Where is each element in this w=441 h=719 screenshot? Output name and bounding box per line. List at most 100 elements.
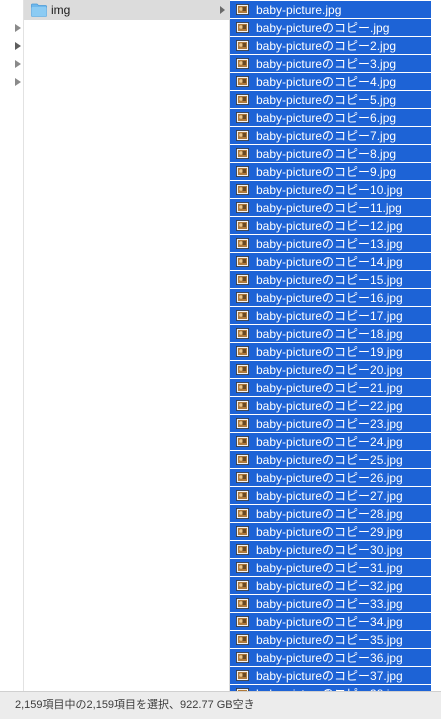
file-row[interactable]: baby-pictureのコピー28.jpg: [230, 505, 431, 522]
image-file-icon: [236, 94, 249, 105]
status-text: 2,159項目中の2,159項目を選択、922.77 GB空き: [15, 699, 255, 711]
image-file-icon: [236, 634, 249, 645]
file-label: baby-pictureのコピー26.jpg: [256, 471, 403, 485]
file-row[interactable]: baby-picture.jpg: [230, 1, 431, 18]
file-row[interactable]: baby-pictureのコピー26.jpg: [230, 469, 431, 486]
chevron-right-icon[interactable]: [14, 77, 22, 87]
file-label: baby-pictureのコピー33.jpg: [256, 597, 403, 611]
file-row[interactable]: baby-pictureのコピー2.jpg: [230, 37, 431, 54]
file-label: baby-pictureのコピー36.jpg: [256, 651, 403, 665]
file-row[interactable]: baby-pictureのコピー18.jpg: [230, 325, 431, 342]
image-file-icon: [236, 382, 249, 393]
image-file-icon: [236, 256, 249, 267]
image-file-icon: [236, 112, 249, 123]
file-row[interactable]: baby-pictureのコピー34.jpg: [230, 613, 431, 630]
file-label: baby-pictureのコピー37.jpg: [256, 669, 403, 683]
file-row[interactable]: baby-pictureのコピー17.jpg: [230, 307, 431, 324]
file-label: baby-pictureのコピー4.jpg: [256, 75, 397, 89]
image-file-icon: [236, 616, 249, 627]
image-file-icon: [236, 166, 249, 177]
file-row[interactable]: baby-pictureのコピー31.jpg: [230, 559, 431, 576]
image-file-icon: [236, 670, 249, 681]
folder-item-img[interactable]: img: [24, 0, 229, 20]
file-row[interactable]: baby-pictureのコピー21.jpg: [230, 379, 431, 396]
image-file-icon: [236, 148, 249, 159]
file-row[interactable]: baby-pictureのコピー4.jpg: [230, 73, 431, 90]
file-label: baby-picture.jpg: [256, 3, 342, 17]
file-label: baby-pictureのコピー35.jpg: [256, 633, 403, 647]
image-file-icon: [236, 598, 249, 609]
file-row[interactable]: baby-pictureのコピー20.jpg: [230, 361, 431, 378]
image-file-icon: [236, 346, 249, 357]
image-file-icon: [236, 238, 249, 249]
file-row[interactable]: baby-pictureのコピー35.jpg: [230, 631, 431, 648]
file-row[interactable]: baby-pictureのコピー16.jpg: [230, 289, 431, 306]
file-label: baby-pictureのコピー.jpg: [256, 21, 390, 35]
image-file-icon: [236, 292, 249, 303]
file-row[interactable]: baby-pictureのコピー27.jpg: [230, 487, 431, 504]
parent-column: [0, 0, 24, 691]
image-file-icon: [236, 400, 249, 411]
file-label: baby-pictureのコピー8.jpg: [256, 147, 397, 161]
file-row[interactable]: baby-pictureのコピー19.jpg: [230, 343, 431, 360]
chevron-right-icon[interactable]: [14, 23, 22, 33]
image-file-icon: [236, 130, 249, 141]
file-label: baby-pictureのコピー24.jpg: [256, 435, 403, 449]
file-row[interactable]: baby-pictureのコピー5.jpg: [230, 91, 431, 108]
file-label: baby-pictureのコピー15.jpg: [256, 273, 403, 287]
file-row[interactable]: baby-pictureのコピー6.jpg: [230, 109, 431, 126]
folder-icon: [31, 3, 47, 17]
file-row[interactable]: baby-pictureのコピー32.jpg: [230, 577, 431, 594]
file-row[interactable]: baby-pictureのコピー15.jpg: [230, 271, 431, 288]
image-file-icon: [236, 364, 249, 375]
file-label: baby-pictureのコピー28.jpg: [256, 507, 403, 521]
file-row[interactable]: baby-pictureのコピー11.jpg: [230, 199, 431, 216]
image-file-icon: [236, 526, 249, 537]
file-column[interactable]: baby-picture.jpg baby-pictureのコピー.jpg baby…: [230, 0, 441, 691]
file-label: baby-pictureのコピー11.jpg: [256, 201, 402, 215]
file-row[interactable]: baby-pictureのコピー.jpg: [230, 19, 431, 36]
file-label: baby-pictureのコピー20.jpg: [256, 363, 403, 377]
chevron-right-icon[interactable]: [14, 41, 22, 51]
chevron-right-icon[interactable]: [14, 59, 22, 69]
file-label: baby-pictureのコピー3.jpg: [256, 57, 397, 71]
file-label: baby-pictureのコピー25.jpg: [256, 453, 403, 467]
file-label: baby-pictureのコピー23.jpg: [256, 417, 403, 431]
image-file-icon: [236, 40, 249, 51]
file-row[interactable]: baby-pictureのコピー22.jpg: [230, 397, 431, 414]
file-row[interactable]: baby-pictureのコピー13.jpg: [230, 235, 431, 252]
image-file-icon: [236, 508, 249, 519]
file-row[interactable]: baby-pictureのコピー23.jpg: [230, 415, 431, 432]
image-file-icon: [236, 562, 249, 573]
file-row[interactable]: baby-pictureのコピー33.jpg: [230, 595, 431, 612]
chevron-right-icon: [220, 6, 225, 14]
image-file-icon: [236, 472, 249, 483]
image-file-icon: [236, 580, 249, 591]
file-label: baby-pictureのコピー7.jpg: [256, 129, 397, 143]
file-row[interactable]: baby-pictureのコピー14.jpg: [230, 253, 431, 270]
file-label: baby-pictureのコピー27.jpg: [256, 489, 403, 503]
file-row[interactable]: baby-pictureのコピー36.jpg: [230, 649, 431, 666]
file-row[interactable]: baby-pictureのコピー8.jpg: [230, 145, 431, 162]
file-label: baby-pictureのコピー30.jpg: [256, 543, 403, 557]
status-bar: 2,159項目中の2,159項目を選択、922.77 GB空き: [0, 691, 441, 719]
file-label: baby-pictureのコピー2.jpg: [256, 39, 397, 53]
image-file-icon: [236, 22, 249, 33]
file-row[interactable]: baby-pictureのコピー3.jpg: [230, 55, 431, 72]
file-row[interactable]: baby-pictureのコピー12.jpg: [230, 217, 431, 234]
file-row[interactable]: baby-pictureのコピー37.jpg: [230, 667, 431, 684]
image-file-icon: [236, 544, 249, 555]
file-label: baby-pictureのコピー31.jpg: [256, 561, 403, 575]
file-row[interactable]: baby-pictureのコピー9.jpg: [230, 163, 431, 180]
file-row[interactable]: baby-pictureのコピー24.jpg: [230, 433, 431, 450]
file-row[interactable]: baby-pictureのコピー7.jpg: [230, 127, 431, 144]
file-label: baby-pictureのコピー17.jpg: [256, 309, 403, 323]
file-label: baby-pictureのコピー19.jpg: [256, 345, 403, 359]
file-row[interactable]: baby-pictureのコピー25.jpg: [230, 451, 431, 468]
file-row[interactable]: baby-pictureのコピー29.jpg: [230, 523, 431, 540]
file-label: baby-pictureのコピー34.jpg: [256, 615, 403, 629]
image-file-icon: [236, 184, 249, 195]
file-label: baby-pictureのコピー6.jpg: [256, 111, 397, 125]
file-row[interactable]: baby-pictureのコピー10.jpg: [230, 181, 431, 198]
file-row[interactable]: baby-pictureのコピー30.jpg: [230, 541, 431, 558]
